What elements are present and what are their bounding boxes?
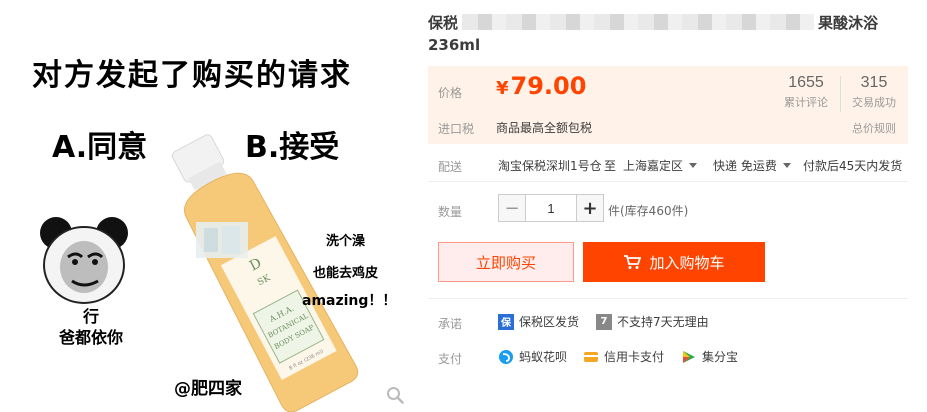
chevron-down-icon (689, 163, 698, 168)
pay-jifenbao[interactable]: 集分宝 (681, 348, 738, 365)
sales-count: 315 (860, 74, 888, 91)
promise-no-return[interactable]: 7 不支持7天无理由 (596, 313, 709, 330)
chevron-down-icon (782, 163, 791, 168)
stat-divider (840, 76, 841, 112)
sales-stat: 315 交易成功 (844, 74, 904, 110)
buy-now-button[interactable]: 立即购买 (438, 242, 574, 282)
side-caption-3: amazing！！ (302, 293, 397, 309)
shipping-to-word: 至 (604, 159, 617, 173)
shipping-row: 配送 淘宝保税深圳1号仓 至 上海嘉定区 快递 免运费 付款后45天内发货 (428, 152, 908, 178)
price-rule-link[interactable]: 总价规则 (844, 120, 904, 136)
import-tax-text: 商品最高全额包税 (496, 121, 593, 135)
price-box: 价格 ¥79.00 进口税 商品最高全额包税 1655 累计评论 315 交易成… (428, 66, 908, 144)
shipping-method: 快递 免运费 (713, 159, 777, 173)
cart-icon (624, 255, 642, 269)
title-suffix: 果酸沐浴 (818, 14, 879, 32)
quantity-stepper: − + (498, 194, 604, 222)
payment-label: 支付 (438, 352, 463, 366)
sales-caption: 交易成功 (852, 96, 896, 109)
pay-huabei-text: 蚂蚁花呗 (519, 350, 568, 364)
title-prefix: 保税 (428, 14, 459, 32)
panda-caption: 行 爸都依你 (58, 306, 124, 348)
magnifier-icon[interactable] (386, 386, 404, 404)
side-caption-1: 洗个澡 (326, 234, 366, 249)
meme-title: 对方发起了购买的请求 (32, 58, 352, 93)
promise-no-return-text: 不支持7天无理由 (617, 315, 709, 329)
divider (428, 298, 908, 299)
currency-symbol: ¥ (496, 78, 509, 99)
image-watermark: @肥四家 (174, 379, 242, 399)
quantity-increase-button[interactable]: + (577, 195, 603, 221)
pay-jifenbao-text: 集分宝 (702, 350, 739, 364)
seven-day-icon: 7 (596, 313, 612, 330)
promise-bonded[interactable]: 保 保税区发货 (498, 313, 579, 330)
shipping-destination-select[interactable]: 上海嘉定区 (623, 157, 698, 174)
product-detail-panel: 保税 果酸沐浴 236ml 价格 ¥79.00 进口税 商品最高全额包税 1655… (428, 0, 918, 412)
shipping-label: 配送 (438, 160, 463, 174)
quantity-input[interactable] (525, 195, 577, 221)
panda-caption-line2: 爸都依你 (58, 328, 123, 347)
quantity-decrease-button[interactable]: − (499, 195, 525, 221)
stock-text: 件(库存460件) (608, 204, 689, 218)
price-amount: 79.00 (510, 72, 587, 100)
pay-credit-card-text: 信用卡支付 (604, 350, 665, 364)
shipping-destination: 上海嘉定区 (623, 159, 684, 173)
bonded-badge-icon: 保 (498, 313, 514, 330)
title-line2: 236ml (428, 36, 481, 54)
shipping-origin: 淘宝保税深圳1号仓 (498, 159, 602, 173)
huabei-icon (499, 349, 513, 364)
meme-option-a: A.同意 (52, 130, 148, 165)
shipping-method-select[interactable]: 快递 免运费 (713, 157, 791, 174)
product-title: 保税 果酸沐浴 236ml (428, 12, 908, 56)
product-main-image[interactable]: 对方发起了购买的请求 A.同意 B.接受 行 爸都依你 D SK A.H.A. … (0, 0, 420, 412)
panda-face-icon (40, 217, 128, 304)
panda-caption-line1: 行 (82, 307, 99, 326)
promise-label: 承诺 (438, 317, 463, 331)
import-tax-label: 进口税 (438, 122, 475, 136)
price-label: 价格 (438, 86, 463, 100)
title-blurred-text (462, 14, 815, 30)
reviews-caption: 累计评论 (784, 96, 828, 109)
credit-card-icon (584, 351, 598, 362)
pay-credit-card[interactable]: 信用卡支付 (583, 348, 664, 365)
price-value: ¥79.00 (496, 72, 586, 100)
reviews-count: 1655 (788, 74, 824, 91)
side-caption-2: 也能去鸡皮 (313, 266, 379, 281)
jifenbao-icon (683, 350, 695, 363)
promise-bonded-text: 保税区发货 (519, 315, 580, 329)
reviews-stat[interactable]: 1655 累计评论 (776, 74, 836, 110)
divider (428, 181, 908, 182)
dispatch-time: 付款后45天内发货 (803, 159, 903, 173)
add-to-cart-button[interactable]: 加入购物车 (583, 242, 765, 282)
add-to-cart-label: 加入购物车 (649, 253, 725, 272)
pay-huabei[interactable]: 蚂蚁花呗 (498, 348, 567, 365)
quantity-label: 数量 (438, 205, 463, 219)
